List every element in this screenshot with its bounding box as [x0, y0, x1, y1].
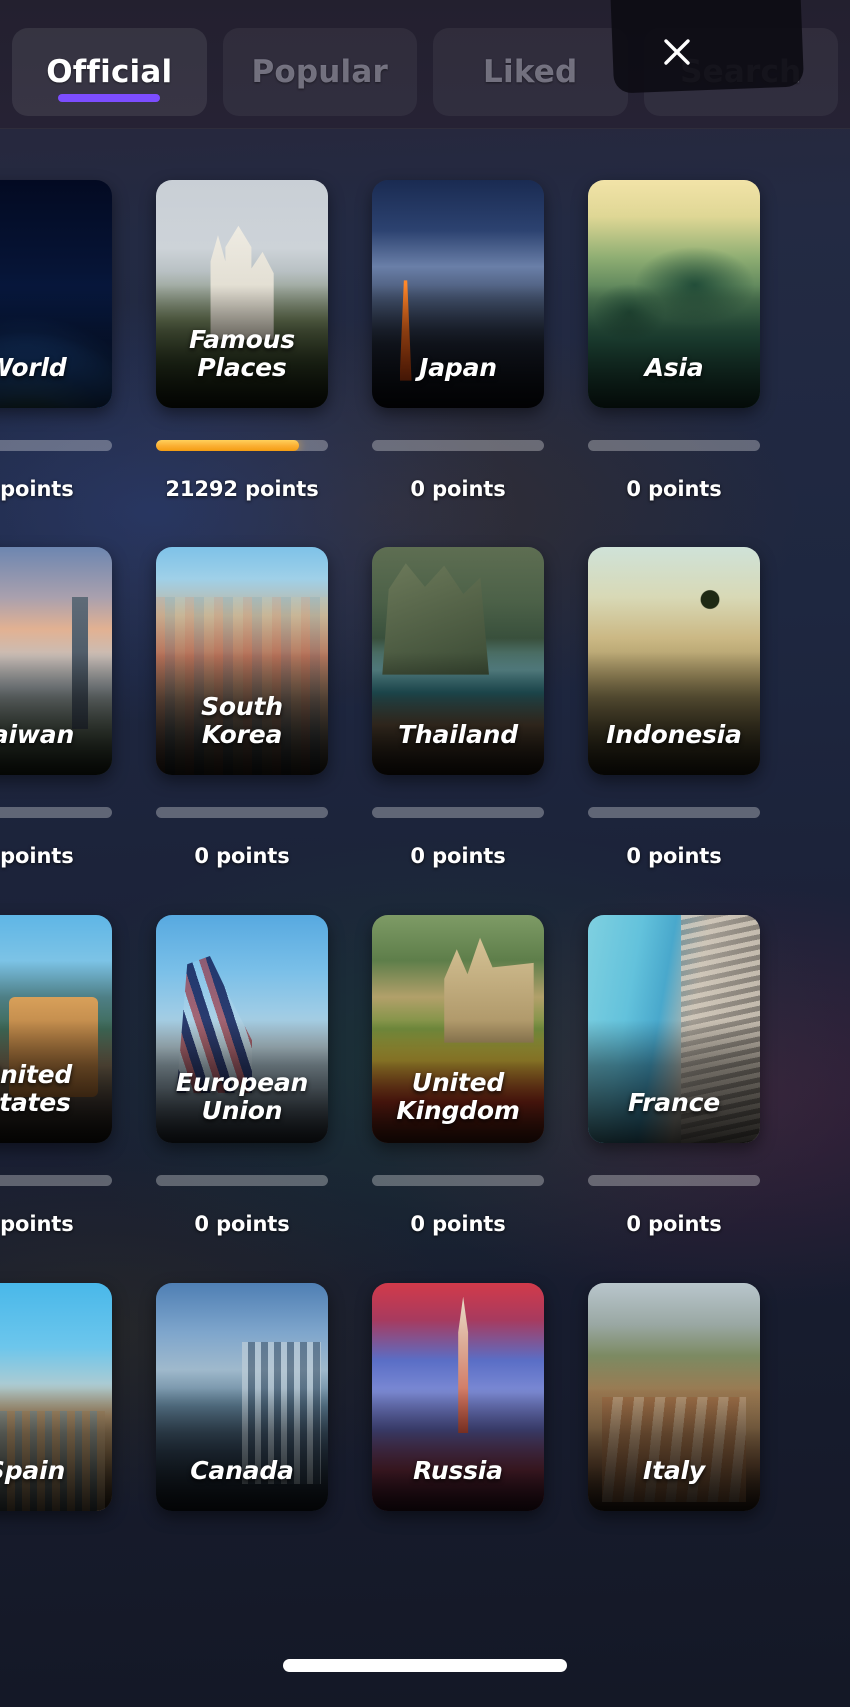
- grid-row: Taiwan 0 points South Korea 0 points: [0, 547, 850, 868]
- map-card-canada[interactable]: Canada: [156, 1283, 328, 1511]
- map-cell: Taiwan 0 points: [0, 547, 134, 868]
- map-title: France: [628, 1088, 720, 1117]
- map-title: Thailand: [398, 720, 518, 749]
- map-card-asia[interactable]: Asia: [588, 180, 760, 408]
- points-label: 0 points: [0, 477, 74, 501]
- home-indicator[interactable]: [283, 1659, 567, 1672]
- map-cell: Famous Places 21292 points: [134, 180, 350, 501]
- map-title: Japan: [419, 353, 497, 382]
- points-label: 0 points: [0, 1212, 74, 1236]
- grid-row: United States 0 points European Union 0 …: [0, 915, 850, 1236]
- map-title: Russia: [413, 1456, 503, 1485]
- points-label: 0 points: [194, 844, 290, 868]
- map-title: Taiwan: [0, 720, 75, 749]
- map-grid[interactable]: World 0 points Famous Places 21292 point…: [0, 129, 850, 1707]
- tab-official[interactable]: Official: [12, 28, 207, 116]
- map-card-european-union[interactable]: European Union: [156, 915, 328, 1143]
- map-title: Indonesia: [606, 720, 742, 749]
- map-card-indonesia[interactable]: Indonesia: [588, 547, 760, 775]
- map-title: Spain: [0, 1456, 66, 1485]
- map-cell: Canada: [134, 1283, 350, 1511]
- points-label: 0 points: [410, 844, 506, 868]
- points-label: 0 points: [0, 844, 74, 868]
- map-cell: Indonesia 0 points: [566, 547, 782, 868]
- tab-active-indicator: [58, 94, 161, 102]
- progress-bar: [0, 1175, 112, 1186]
- progress-bar: [372, 440, 544, 451]
- points-label: 0 points: [626, 1212, 722, 1236]
- map-title: Famous Places: [189, 325, 295, 382]
- progress-bar: [588, 807, 760, 818]
- progress-bar: [156, 1175, 328, 1186]
- tab-popular[interactable]: Popular: [222, 28, 417, 116]
- map-cell: Asia 0 points: [566, 180, 782, 501]
- points-label: 0 points: [626, 477, 722, 501]
- map-cell: Thailand 0 points: [350, 547, 566, 868]
- progress-bar: [372, 807, 544, 818]
- map-title: European Union: [175, 1068, 309, 1125]
- map-title: Canada: [190, 1456, 294, 1485]
- map-title: United Kingdom: [396, 1068, 520, 1125]
- progress-bar: [156, 440, 328, 451]
- tab-official-label: Official: [46, 54, 173, 90]
- map-cell: Italy: [566, 1283, 782, 1511]
- map-cell: United Kingdom 0 points: [350, 915, 566, 1236]
- map-title: Italy: [643, 1456, 705, 1485]
- overlay-panel: [609, 0, 805, 94]
- close-icon[interactable]: [653, 28, 701, 76]
- map-cell: United States 0 points: [0, 915, 134, 1236]
- map-card-united-states[interactable]: United States: [0, 915, 112, 1143]
- tab-liked-label: Liked: [483, 54, 578, 90]
- progress-bar: [156, 807, 328, 818]
- points-label: 21292 points: [165, 477, 319, 501]
- map-cell: Russia: [350, 1283, 566, 1511]
- map-card-famous-places[interactable]: Famous Places: [156, 180, 328, 408]
- points-label: 0 points: [626, 844, 722, 868]
- progress-bar: [588, 440, 760, 451]
- map-card-south-korea[interactable]: South Korea: [156, 547, 328, 775]
- map-cell: South Korea 0 points: [134, 547, 350, 868]
- map-card-taiwan[interactable]: Taiwan: [0, 547, 112, 775]
- progress-bar: [588, 1175, 760, 1186]
- tab-popular-label: Popular: [251, 54, 388, 90]
- map-card-france[interactable]: France: [588, 915, 760, 1143]
- map-card-russia[interactable]: Russia: [372, 1283, 544, 1511]
- points-label: 0 points: [194, 1212, 290, 1236]
- map-card-japan[interactable]: Japan: [372, 180, 544, 408]
- map-title: United States: [0, 1060, 73, 1117]
- grid-row: World 0 points Famous Places 21292 point…: [0, 180, 850, 501]
- progress-bar: [0, 440, 112, 451]
- progress-bar: [0, 807, 112, 818]
- grid-row: Spain Canada Russia: [0, 1283, 850, 1511]
- map-cell: World 0 points: [0, 180, 134, 501]
- map-cell: European Union 0 points: [134, 915, 350, 1236]
- progress-bar: [372, 1175, 544, 1186]
- points-label: 0 points: [410, 1212, 506, 1236]
- map-card-world[interactable]: World: [0, 180, 112, 408]
- app-root: Official Popular Liked Search World: [0, 0, 850, 1707]
- map-cell: France 0 points: [566, 915, 782, 1236]
- map-card-united-kingdom[interactable]: United Kingdom: [372, 915, 544, 1143]
- map-card-thailand[interactable]: Thailand: [372, 547, 544, 775]
- progress-fill: [156, 440, 299, 451]
- tab-liked[interactable]: Liked: [433, 28, 628, 116]
- map-cell: Japan 0 points: [350, 180, 566, 501]
- map-title: World: [0, 353, 67, 382]
- map-card-italy[interactable]: Italy: [588, 1283, 760, 1511]
- map-title: South Korea: [201, 692, 283, 749]
- map-card-spain[interactable]: Spain: [0, 1283, 112, 1511]
- points-label: 0 points: [410, 477, 506, 501]
- map-cell: Spain: [0, 1283, 134, 1511]
- map-title: Asia: [644, 353, 704, 382]
